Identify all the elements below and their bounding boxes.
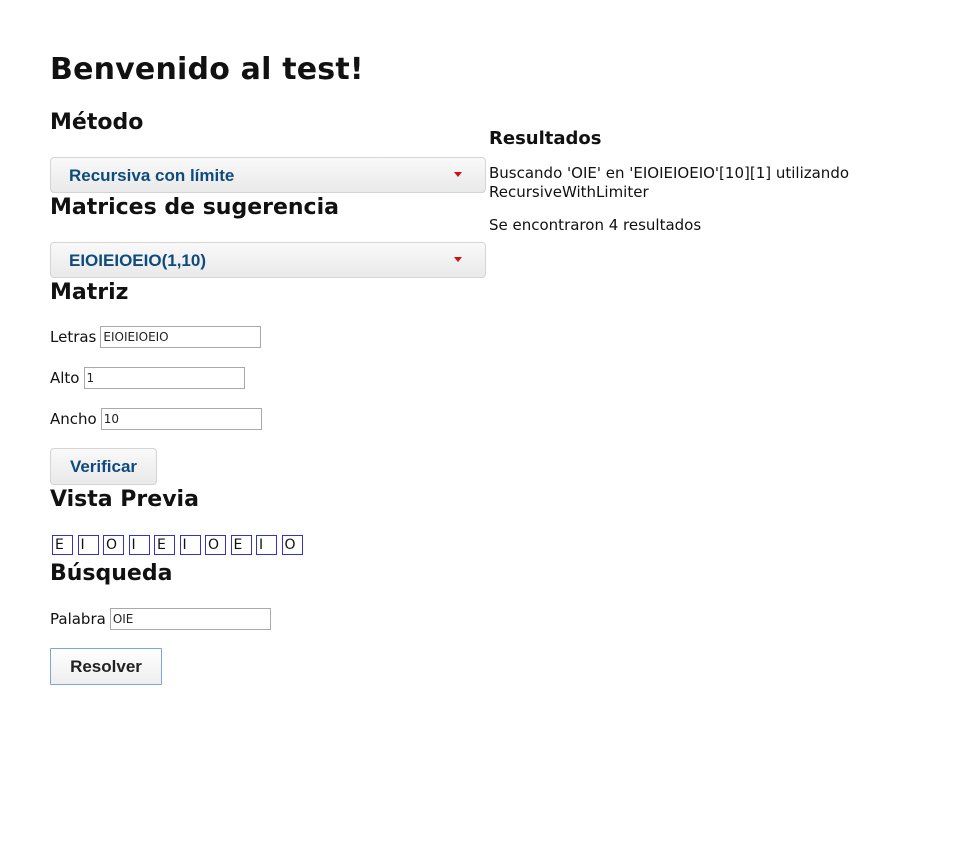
word-label: Palabra [50, 610, 106, 628]
preview-cell: E [52, 535, 73, 555]
preview-grid: E I O I E I O E I O [52, 535, 307, 555]
matrix-heading: Matriz [50, 280, 129, 305]
preview-cell: I [128, 535, 150, 555]
solve-button[interactable]: Resolver [50, 648, 162, 685]
preview-cell: I [179, 535, 201, 555]
preview-cell: E [230, 535, 252, 555]
results-search-summary: Buscando 'OIE' en 'EIOIEIOEIO'[10][1] ut… [489, 164, 850, 201]
word-row: Palabra [50, 608, 271, 630]
preview-cell: E [154, 535, 175, 555]
suggestions-select[interactable]: EIOIEIOEIO(1,10) [50, 242, 486, 278]
results-panel: Resultados Buscando 'OIE' en 'EIOIEIOEIO… [489, 128, 869, 249]
preview-cell: O [205, 535, 226, 555]
height-label: Alto [50, 369, 80, 387]
letters-row: Letras [50, 326, 262, 348]
method-heading: Método [50, 110, 144, 135]
height-row: Alto [50, 367, 245, 389]
page-title: Benvenido al test! [50, 52, 364, 87]
suggestions-heading: Matrices de sugerencia [50, 195, 339, 220]
preview-heading: Vista Previa [50, 487, 199, 512]
preview-cell: O [281, 535, 303, 555]
letters-label: Letras [50, 328, 97, 346]
width-label: Ancho [50, 410, 97, 428]
page: Benvenido al test! Método Recursiva con … [0, 0, 979, 857]
preview-cell: I [256, 535, 277, 555]
width-row: Ancho [50, 408, 262, 430]
letters-input[interactable] [100, 326, 262, 348]
width-input[interactable] [100, 408, 262, 430]
caret-down-icon [454, 172, 462, 177]
results-heading: Resultados [489, 128, 602, 149]
search-heading: Búsqueda [50, 561, 173, 586]
results-count: Se encontraron 4 resultados [489, 216, 702, 234]
preview-cell: I [77, 535, 99, 555]
method-select-value: Recursiva con límite [69, 166, 235, 185]
method-select[interactable]: Recursiva con límite [50, 157, 486, 193]
verify-button[interactable]: Verificar [50, 448, 157, 485]
word-input[interactable] [109, 608, 271, 630]
caret-down-icon [454, 257, 462, 262]
suggestions-select-value: EIOIEIOEIO(1,10) [69, 251, 206, 270]
height-input[interactable] [83, 367, 245, 389]
preview-cell: O [103, 535, 124, 555]
